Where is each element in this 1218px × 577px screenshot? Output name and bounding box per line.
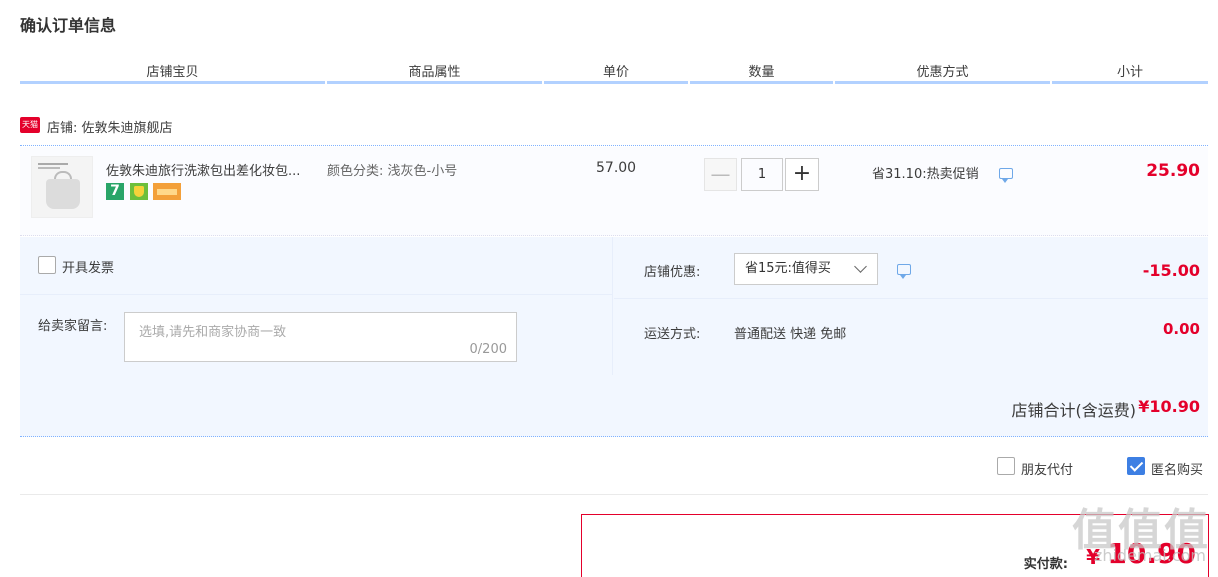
- invoice-label: 开具发票: [62, 261, 115, 276]
- shop-coupon-section: [614, 237, 1208, 299]
- quantity-input[interactable]: 1: [741, 158, 783, 191]
- col-header-quantity: 数量: [690, 60, 833, 84]
- shipping-label: 运送方式:: [644, 327, 701, 342]
- anonymous-label: 匿名购买: [1151, 463, 1204, 478]
- item-promotion: 省31.10:热卖促销: [872, 167, 979, 182]
- product-title-link[interactable]: 佐敦朱迪旅行洗漱包出差化妆包...: [106, 160, 321, 179]
- credit-card-icon[interactable]: [153, 183, 181, 200]
- promo-comment-icon[interactable]: [999, 168, 1013, 183]
- shop-total-value: ¥10.90: [1138, 397, 1200, 416]
- seller-message-input[interactable]: 选填,请先和商家协商一致 0/200: [124, 312, 517, 362]
- guarantee-shield-icon[interactable]: [130, 183, 148, 200]
- anonymous-checkbox[interactable]: [1127, 457, 1145, 475]
- item-subtotal: 25.90: [1146, 161, 1200, 181]
- coupon-comment-icon[interactable]: [897, 264, 911, 279]
- watermark-url: zhidemai.com: [1093, 546, 1206, 565]
- col-header-attribute: 商品属性: [327, 60, 542, 84]
- shop-row: 天猫 店铺: 佐敦朱迪旗舰店: [20, 116, 1208, 146]
- chevron-down-icon: [854, 260, 867, 273]
- tmall-badge-icon: 天猫: [20, 117, 40, 133]
- payment-label: 实付款:: [1023, 557, 1068, 572]
- friend-pay-label: 朋友代付: [1021, 463, 1074, 478]
- friend-pay-checkbox[interactable]: [997, 457, 1015, 475]
- seven-day-return-icon[interactable]: 7: [106, 183, 124, 200]
- shop-coupon-amount: -15.00: [1142, 261, 1200, 280]
- extras-row: 朋友代付 匿名购买: [20, 438, 1208, 495]
- invoice-section: 开具发票: [20, 237, 613, 295]
- col-header-subtotal: 小计: [1052, 60, 1208, 84]
- col-header-unit-price: 单价: [544, 60, 688, 84]
- invoice-checkbox[interactable]: [38, 256, 56, 274]
- message-label: 给卖家留言:: [38, 319, 108, 334]
- order-options-panel: 开具发票 给卖家留言: 选填,请先和商家协商一致 0/200 店铺优惠: 省15…: [20, 237, 1208, 437]
- shop-coupon-label: 店铺优惠:: [644, 265, 701, 280]
- shipping-amount: 0.00: [1162, 320, 1200, 338]
- shop-coupon-select[interactable]: 省15元:值得买: [734, 253, 878, 285]
- col-header-discount: 优惠方式: [835, 60, 1050, 84]
- unit-price: 57.00: [596, 160, 637, 176]
- shop-total-label: 店铺合计(含运费): [1011, 401, 1137, 420]
- message-placeholder: 选填,请先和商家协商一致: [139, 325, 287, 340]
- col-header-shop-item: 店铺宝贝: [20, 60, 325, 84]
- product-thumbnail[interactable]: [31, 156, 93, 218]
- page-title: 确认订单信息: [20, 16, 117, 35]
- product-attribute: 颜色分类: 浅灰色-小号: [327, 164, 458, 179]
- order-item-row: 佐敦朱迪旅行洗漱包出差化妆包... 7 颜色分类: 浅灰色-小号 57.00 —…: [20, 147, 1208, 236]
- shop-name[interactable]: 店铺: 佐敦朱迪旗舰店: [47, 117, 173, 136]
- message-char-count: 0/200: [469, 342, 507, 357]
- shipping-method: 普通配送 快递 免邮: [734, 327, 847, 342]
- shop-coupon-selected: 省15元:值得买: [745, 261, 831, 276]
- quantity-decrease-button[interactable]: —: [704, 158, 737, 191]
- quantity-increase-button[interactable]: +: [785, 158, 819, 191]
